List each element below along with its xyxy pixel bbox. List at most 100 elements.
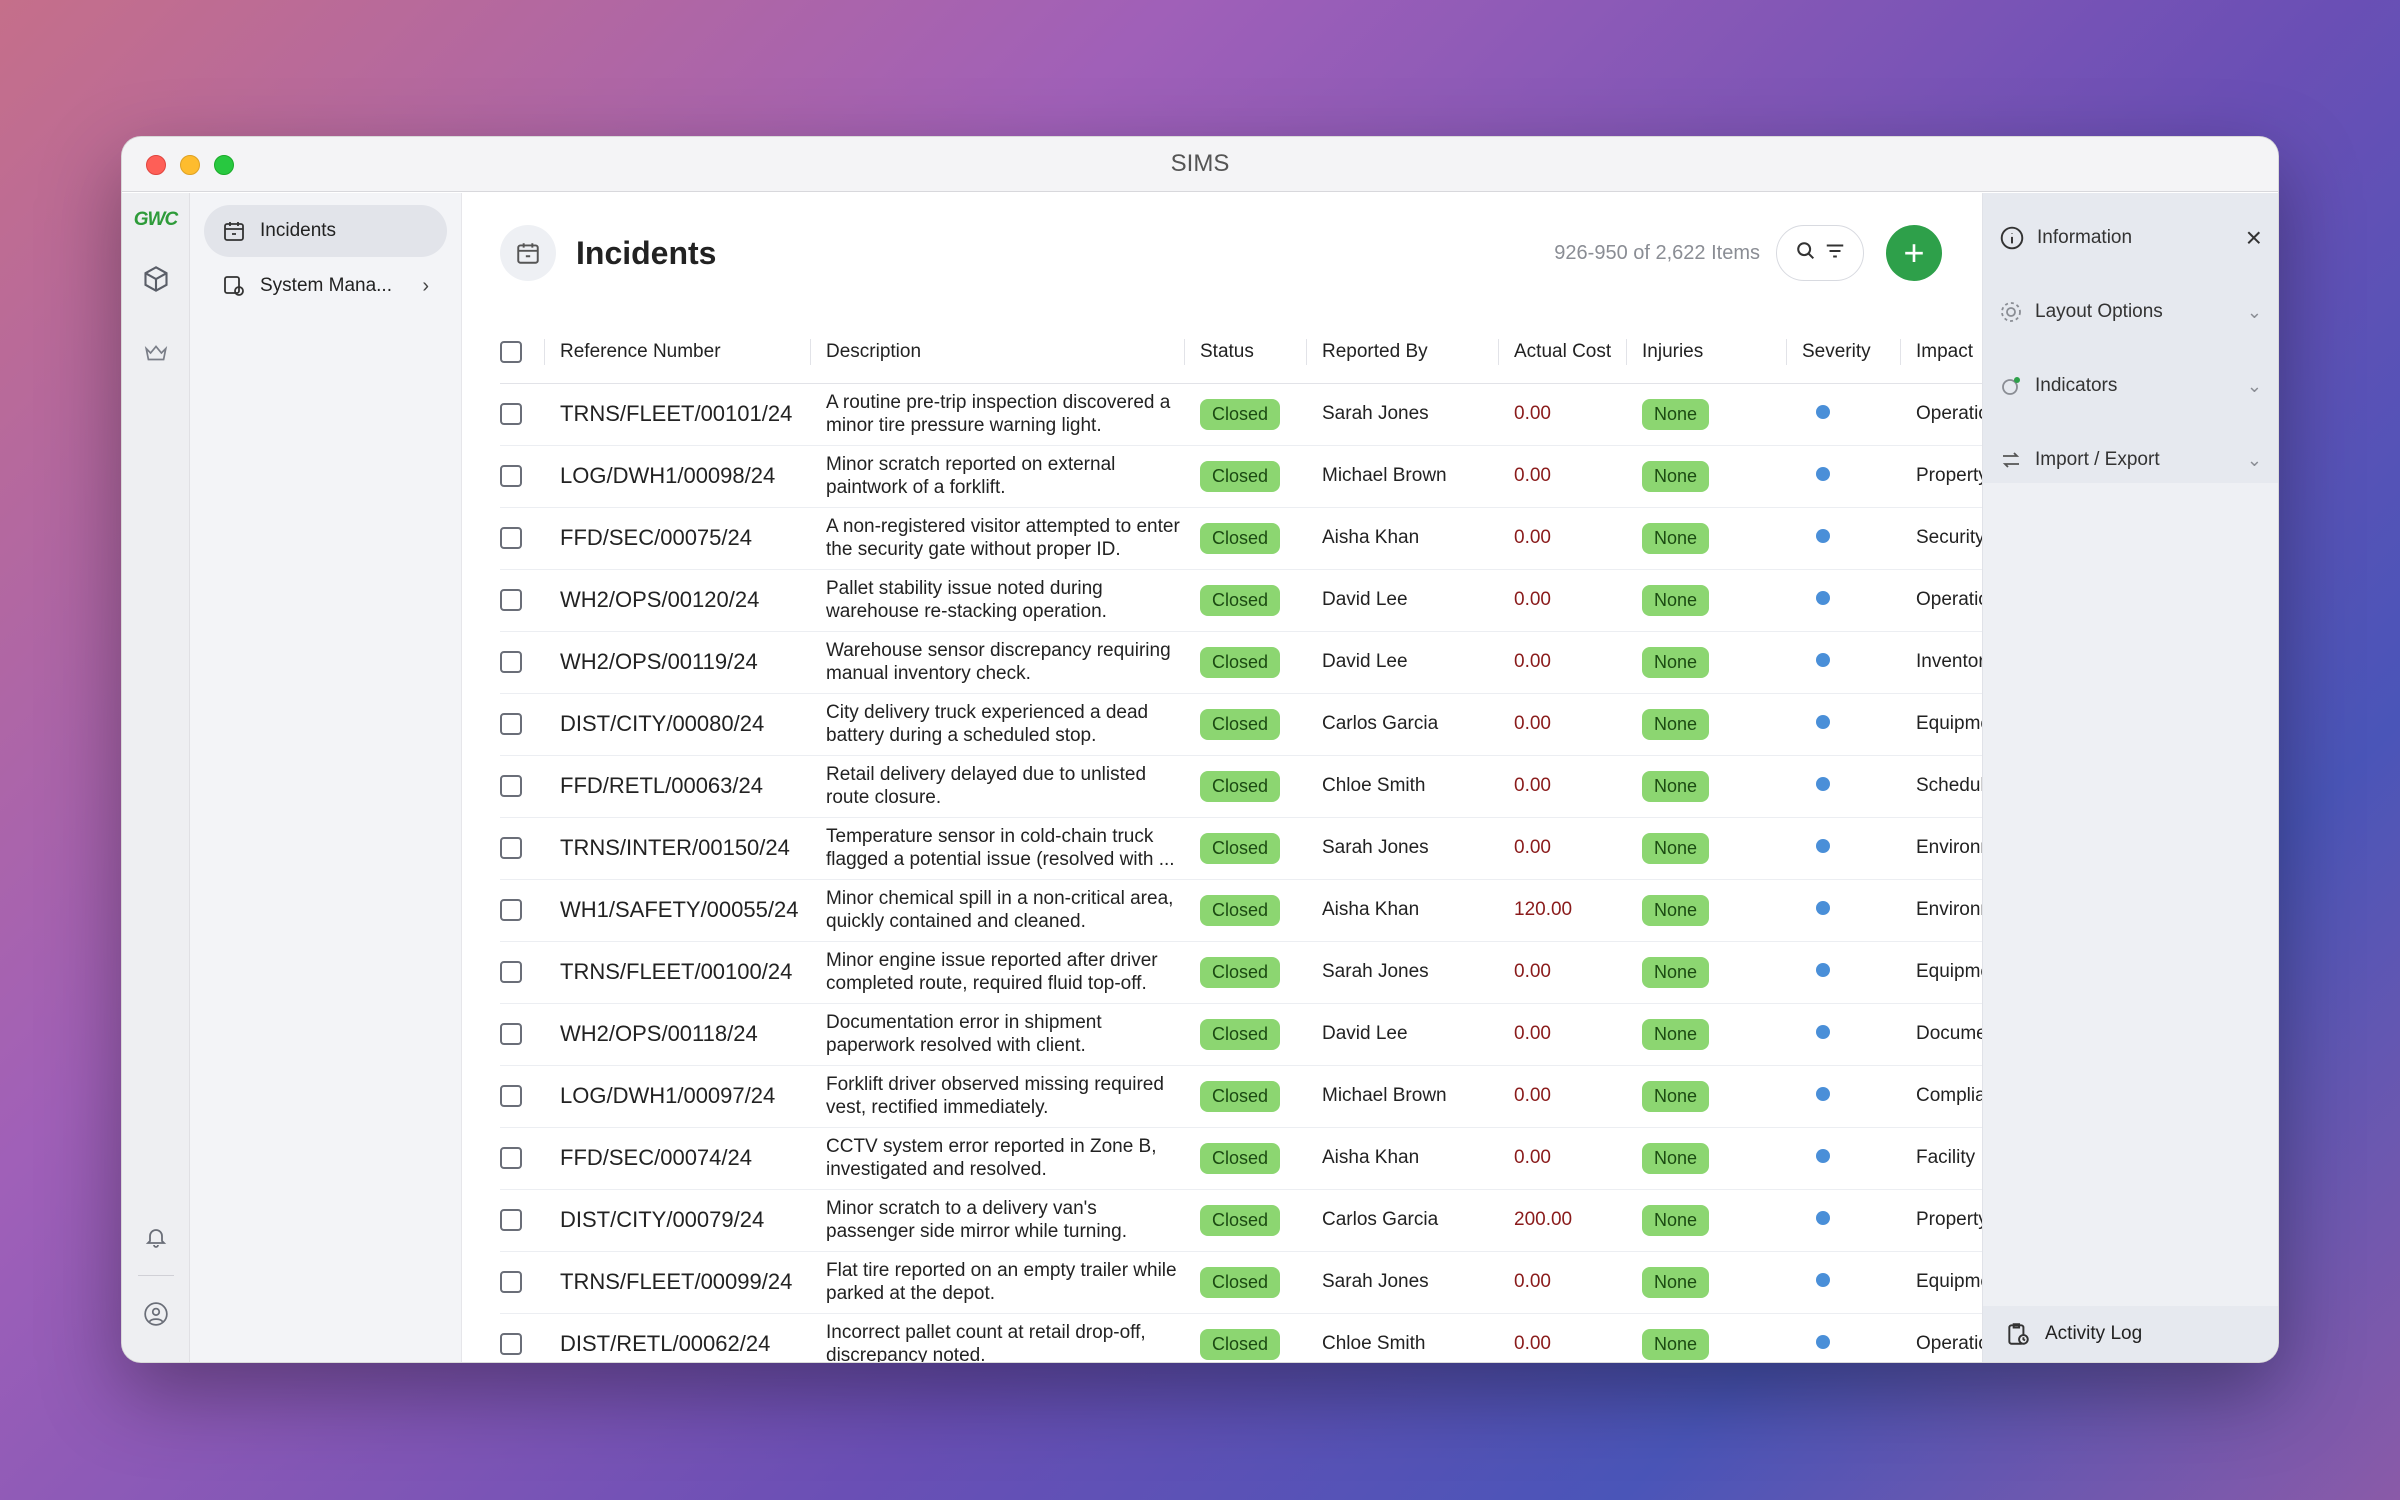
reported-by: Aisha Khan [1306,879,1498,942]
row-checkbox[interactable] [500,402,522,425]
row-checkbox[interactable] [500,712,522,735]
table-row[interactable]: TRNS/FLEET/00099/24 Flat tire reported on… [500,1251,2100,1314]
row-checkbox[interactable] [500,1270,522,1293]
description-cell: A routine pre-trip inspection discovered… [810,383,1184,446]
actual-cost: 120.00 [1498,879,1626,942]
panel-import-export[interactable]: Import / Export ⌄ [1983,423,2278,497]
side-panel: Information × Layout Options ⌄ Indicator… [1982,193,2278,1362]
sidebar-item-system-management[interactable]: System Mana... › [204,260,447,312]
status-badge: Closed [1200,832,1281,864]
injuries-badge: None [1642,894,1710,926]
reference-number: DIST/CITY/00079/24 [544,1189,810,1252]
minimize-window-button[interactable] [180,155,200,175]
reported-by: Sarah Jones [1306,817,1498,880]
injuries-cell: None [1626,1003,1786,1066]
column-header-injuries[interactable]: Injuries [1626,321,1786,384]
column-header-status[interactable]: Status [1184,321,1306,384]
row-checkbox[interactable] [500,774,522,797]
row-checkbox[interactable] [500,1146,522,1169]
description: City delivery truck experienced a dead b… [826,702,1149,746]
status-cell: Closed [1184,445,1306,508]
table-row[interactable]: FFD/SEC/00074/24 CCTV system error report… [500,1127,2100,1190]
row-checkbox[interactable] [500,1084,522,1107]
row-select-cell [500,941,544,1004]
injuries-badge: None [1642,1328,1710,1360]
severity-dot [1816,653,1830,667]
table-row[interactable]: WH2/OPS/00118/24 Documentation error in s… [500,1003,2100,1066]
reported-by: Aisha Khan [1306,507,1498,570]
user-avatar-icon[interactable] [138,1296,174,1332]
cube-icon[interactable] [138,261,174,297]
reference-number: LOG/DWH1/00097/24 [544,1065,810,1128]
reported-by: Carlos Garcia [1306,1189,1498,1252]
row-checkbox[interactable] [500,898,522,921]
description: A non-registered visitor attempted to en… [826,516,1180,560]
filter-icon[interactable] [1824,240,1846,267]
rail-divider [137,1275,174,1276]
table-row[interactable]: WH2/OPS/00120/24 Pallet stability issue n… [500,569,2100,632]
column-header-actual-cost[interactable]: Actual Cost [1498,321,1626,384]
close-icon[interactable]: × [2246,222,2262,254]
row-checkbox[interactable] [500,650,522,673]
column-header-reference[interactable]: Reference Number [544,321,810,384]
column-header-severity[interactable]: Severity [1786,321,1900,384]
severity-dot [1816,1025,1830,1039]
add-incident-button[interactable]: + [1886,225,1942,281]
table-row[interactable]: DIST/CITY/00079/24 Minor scratch to a del… [500,1189,2100,1252]
column-header-reported-by[interactable]: Reported By [1306,321,1498,384]
description-cell: Retail delivery delayed due to unlisted … [810,755,1184,818]
status-cell: Closed [1184,1127,1306,1190]
activity-log-button[interactable]: Activity Log [1983,1306,2278,1362]
row-select-cell [500,631,544,694]
search-icon[interactable] [1795,240,1817,267]
table-row[interactable]: LOG/DWH1/00098/24 Minor scratch reported … [500,445,2100,508]
description: Incorrect pallet count at retail drop-of… [826,1322,1146,1362]
row-checkbox[interactable] [500,1208,522,1231]
row-checkbox[interactable] [500,464,522,487]
injuries-cell: None [1626,755,1786,818]
severity-dot [1816,839,1830,853]
row-select-cell [500,693,544,756]
table-row[interactable]: FFD/RETL/00063/24 Retail delivery delayed… [500,755,2100,818]
panel-information[interactable]: Information × [1983,201,2278,275]
row-select-cell [500,1251,544,1314]
table-row[interactable]: TRNS/FLEET/00100/24 Minor engine issue re… [500,941,2100,1004]
select-all-checkbox[interactable] [500,340,522,363]
reference-number: DIST/RETL/00062/24 [544,1313,810,1362]
injuries-cell: None [1626,1251,1786,1314]
row-checkbox[interactable] [500,836,522,859]
table-row[interactable]: DIST/RETL/00062/24 Incorrect pallet count… [500,1313,2100,1362]
row-checkbox[interactable] [500,526,522,549]
maximize-window-button[interactable] [214,155,234,175]
close-window-button[interactable] [146,155,166,175]
table-row[interactable]: DIST/CITY/00080/24 City delivery truck ex… [500,693,2100,756]
sidebar-item-incidents[interactable]: Incidents [204,205,447,257]
table-row[interactable]: WH1/SAFETY/00055/24 Minor chemical spill … [500,879,2100,942]
crown-icon[interactable] [138,335,174,371]
reported-by: Carlos Garcia [1306,693,1498,756]
table-row[interactable]: TRNS/INTER/00150/24 Temperature sensor in… [500,817,2100,880]
severity-dot [1816,777,1830,791]
row-checkbox[interactable] [500,960,522,983]
panel-layout-options[interactable]: Layout Options ⌄ [1983,275,2278,349]
row-checkbox[interactable] [500,1022,522,1045]
table-row[interactable]: LOG/DWH1/00097/24 Forklift driver observe… [500,1065,2100,1128]
status-cell: Closed [1184,941,1306,1004]
severity-cell [1786,569,1900,632]
injuries-badge: None [1642,956,1710,988]
row-checkbox[interactable] [500,1332,522,1355]
column-header-description[interactable]: Description [810,321,1184,384]
bell-icon[interactable] [138,1219,174,1255]
row-select-cell [500,1065,544,1128]
chevron-down-icon: ⌄ [2246,375,2262,396]
row-checkbox[interactable] [500,588,522,611]
status-cell: Closed [1184,879,1306,942]
reference-number: LOG/DWH1/00098/24 [544,445,810,508]
table-row[interactable]: FFD/SEC/00075/24 A non-registered visitor… [500,507,2100,570]
table-row[interactable]: TRNS/FLEET/00101/24 A routine pre-trip in… [500,383,2100,446]
severity-dot [1816,1211,1830,1225]
actual-cost: 0.00 [1498,569,1626,632]
table-row[interactable]: WH2/OPS/00119/24 Warehouse sensor discrep… [500,631,2100,694]
panel-indicators[interactable]: Indicators ⌄ [1983,349,2278,423]
clipboard-clock-icon [2008,1323,2029,1345]
